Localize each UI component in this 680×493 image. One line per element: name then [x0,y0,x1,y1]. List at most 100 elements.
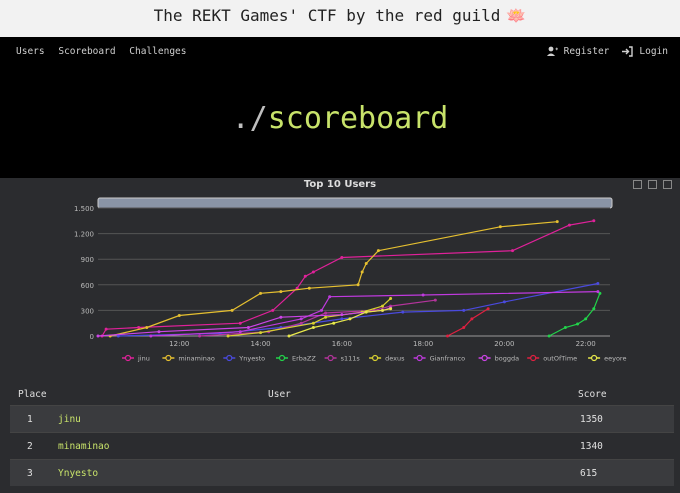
data-point [271,308,275,312]
data-point [511,249,515,253]
legend-entry: Ynyesto [238,355,265,363]
legend-marker [590,354,598,362]
x-tick-label: 14:00 [250,340,270,348]
data-point [380,308,384,312]
row-place: 2 [27,441,33,452]
legend-marker [226,354,233,362]
top-nav: Users Scoreboard Challenges Register Log… [0,37,680,67]
data-point [446,334,450,338]
row-user-link[interactable]: Ynyesto [58,468,98,479]
nav-scoreboard-link[interactable]: Scoreboard [58,46,115,57]
data-point [177,314,181,318]
chart-svg: 0 300 600 900 1.200 1.500 12:00 14:00 16:00 18:00… [74,197,626,363]
data-point [360,270,364,274]
sign-in-icon [622,46,634,57]
legend-marker [165,354,172,362]
data-point [246,325,250,329]
data-point [311,321,315,325]
y-tick-label: 900 [81,256,94,264]
data-point [332,321,336,325]
data-point [198,334,202,338]
data-point [555,220,559,224]
data-point [145,325,149,329]
data-point [584,317,588,321]
data-point [238,321,242,325]
data-point [389,296,393,300]
legend-entry: minaminao [178,355,214,363]
data-point [259,331,263,335]
login-link[interactable]: Login [639,46,668,57]
data-point [137,325,141,329]
data-point [486,307,490,311]
data-point [356,283,360,287]
data-point [470,317,474,321]
data-point [287,334,291,338]
x-tick-label: 16:00 [332,340,352,348]
restore-icon[interactable] [648,180,657,189]
data-point [230,308,234,312]
legend-marker [327,354,334,362]
data-point [592,307,596,311]
data-point [576,322,580,326]
page-title: ./scoreboard [0,101,680,136]
data-point [340,317,344,321]
legend-marker [416,354,423,362]
legend-entry: boggda [495,355,519,363]
data-point [311,270,315,274]
data-point [596,282,600,286]
table-row: 3 Ynyesto 615 [10,459,674,486]
scoreboard-chart: 0 300 600 900 1.200 1.500 12:00 14:00 16:00 18:00… [0,178,680,380]
legend-entry: ErbaZZ [292,355,316,363]
register-link[interactable]: Register [564,46,610,57]
data-point [324,315,328,319]
x-tick-label: 18:00 [413,340,433,348]
legend-entry: Gianfranco [430,355,466,363]
data-point [380,304,384,308]
data-point [328,295,332,299]
data-point [238,330,242,334]
x-tick-label: 20:00 [494,340,514,348]
data-point [348,317,352,321]
zoom-icon[interactable] [633,180,642,189]
site-banner: The REKT Games' CTF by the red guild 🪷 [0,0,680,37]
hero-section: ./scoreboard [0,67,680,178]
legend-marker [124,354,132,362]
series-line [199,299,436,337]
data-point [259,291,263,295]
legend-entry: s111s [341,355,361,363]
data-point [389,307,393,311]
data-point [320,308,324,312]
data-point [567,223,571,227]
legend-marker [530,354,537,362]
title-word: scoreboard [267,101,449,136]
x-tick-label: 12:00 [169,340,189,348]
data-point [364,310,368,314]
header-place: Place [18,389,47,400]
data-point [104,327,108,331]
data-point [502,300,506,304]
data-point [279,315,283,319]
y-tick-label: 0 [90,333,94,341]
data-point [279,290,283,294]
data-point [596,290,600,294]
nav-challenges-link[interactable]: Challenges [129,46,186,57]
data-point [96,334,100,338]
chart-toolbox [633,180,672,189]
data-point [149,334,153,338]
row-user-link[interactable]: jinu [58,414,81,425]
row-user-link[interactable]: minaminao [58,441,109,452]
lotus-icon: 🪷 [506,6,527,25]
download-icon[interactable] [663,180,672,189]
series-line [118,282,599,337]
data-point [299,321,303,325]
data-point [340,255,344,259]
data-point [547,334,551,338]
title-prefix: ./ [231,101,268,136]
row-score: 1350 [580,414,603,425]
legend-entry: eeyore [604,355,626,363]
nav-users-link[interactable]: Users [16,46,45,57]
legend-entry: jinu [137,355,150,363]
series-line [110,221,558,337]
row-score: 1340 [580,441,603,452]
data-point [303,274,307,278]
